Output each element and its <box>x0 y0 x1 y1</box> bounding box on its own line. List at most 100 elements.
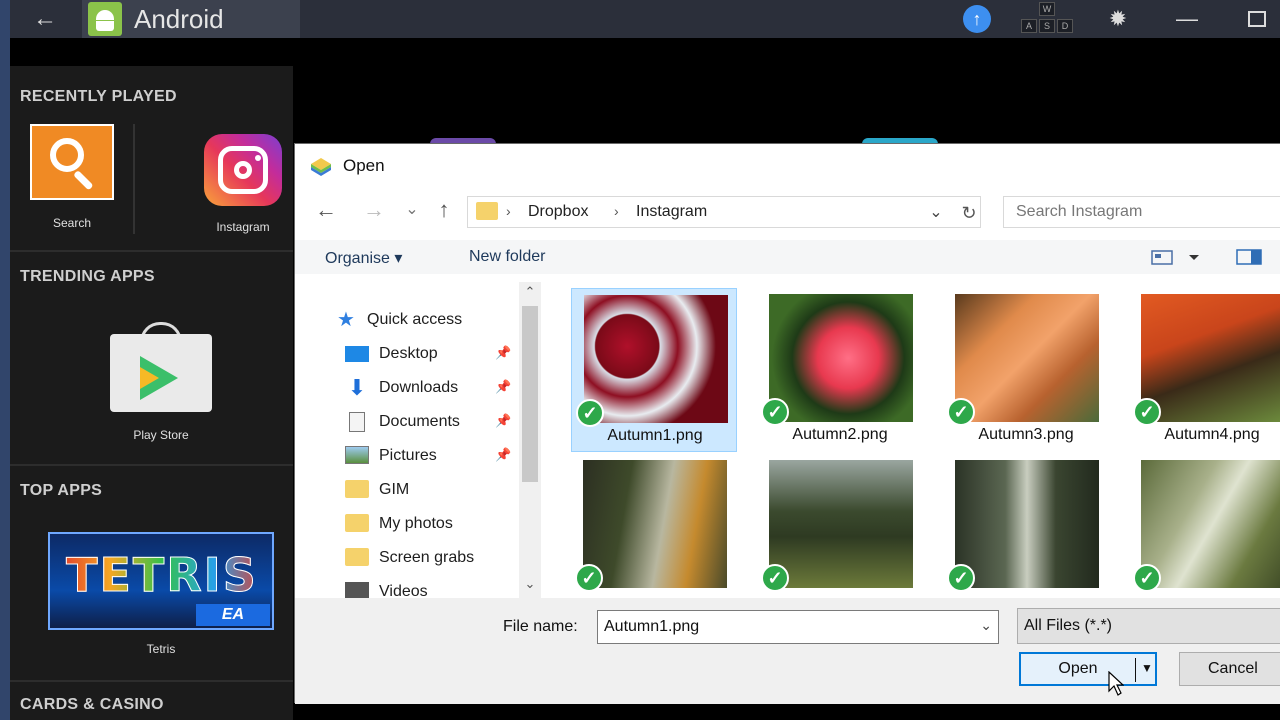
file-tile[interactable]: ✓ <box>943 454 1109 598</box>
recently-played-heading: RECENTLY PLAYED <box>20 88 177 105</box>
breadcrumb-instagram[interactable]: Instagram <box>636 203 707 221</box>
thumbnail <box>583 460 727 588</box>
folder-icon <box>345 514 369 532</box>
navigation-pane: ★ Quick access Desktop 📌 ⬇ Downloads 📌 D… <box>295 282 543 598</box>
file-name: Autumn4.png <box>1164 426 1260 443</box>
chevron-down-icon[interactable]: ⌄ <box>980 617 992 634</box>
app-sidebar: RECENTLY PLAYED Search Instagram TRENDIN… <box>10 66 293 720</box>
tetris-app-tile[interactable]: TETRIS EA <box>48 532 274 630</box>
nav-item-videos[interactable]: Videos <box>345 580 519 598</box>
android-tab[interactable]: Android <box>82 0 300 38</box>
desktop-icon <box>345 346 369 362</box>
upload-icon[interactable]: ↑ <box>962 4 992 34</box>
open-button[interactable]: Open ▼ <box>1019 652 1157 686</box>
search-app-label: Search <box>52 216 92 230</box>
pin-icon: 📌 <box>495 413 512 428</box>
maximize-icon[interactable] <box>1242 4 1272 34</box>
trending-apps-heading: TRENDING APPS <box>20 268 155 285</box>
file-tile-autumn2[interactable]: ✓ Autumn2.png <box>757 288 923 452</box>
nav-item-my-photos[interactable]: My photos <box>345 512 519 538</box>
thumbnail <box>584 295 728 423</box>
file-name-input[interactable] <box>604 612 974 642</box>
pin-icon: 📌 <box>495 345 512 360</box>
scroll-thumb[interactable] <box>522 306 538 482</box>
new-folder-button[interactable]: New folder <box>469 248 545 266</box>
pin-icon: 📌 <box>495 447 512 462</box>
pictures-icon <box>345 446 369 464</box>
thumbnail <box>1141 294 1280 422</box>
nav-item-screen-grabs[interactable]: Screen grabs <box>345 546 519 572</box>
folder-icon <box>345 480 369 498</box>
sync-check-icon: ✓ <box>761 564 789 592</box>
file-tile[interactable]: ✓ <box>757 454 923 598</box>
sync-check-icon: ✓ <box>947 564 975 592</box>
nav-item-quick-access[interactable]: ★ Quick access <box>337 308 527 334</box>
sync-check-icon: ✓ <box>1133 564 1161 592</box>
download-icon: ⬇ <box>347 375 367 400</box>
file-tile-autumn1[interactable]: ✓ Autumn1.png <box>571 288 737 452</box>
mouse-cursor-icon <box>1108 671 1124 696</box>
back-button[interactable]: ← <box>30 4 60 34</box>
android-logo-icon <box>88 2 122 36</box>
recent-locations-button[interactable]: ⌄ <box>397 196 427 224</box>
instagram-icon <box>218 146 268 194</box>
thumbnail <box>769 460 913 588</box>
sync-check-icon: ✓ <box>575 564 603 592</box>
file-grid: ✓ Autumn1.png ✓ Autumn2.png ✓ Autumn3.pn… <box>567 288 1280 598</box>
thumbnail <box>955 460 1099 588</box>
instagram-app-tile[interactable] <box>204 134 282 206</box>
change-view-icon[interactable] <box>1151 248 1201 266</box>
window-title: Android <box>134 4 224 34</box>
search-icon <box>50 138 84 172</box>
chevron-down-icon[interactable]: ⌄ <box>924 201 948 225</box>
open-dropdown-arrow[interactable]: ▼ <box>1141 661 1153 675</box>
address-bar[interactable]: › Dropbox › Instagram ⌄ ↻ <box>467 196 981 228</box>
thumbnail <box>1141 460 1280 588</box>
instagram-app-label: Instagram <box>216 220 270 234</box>
file-tile-autumn3[interactable]: ✓ Autumn3.png <box>943 288 1109 452</box>
file-name-label: File name: <box>503 618 578 635</box>
tetris-label: Tetris <box>146 642 176 656</box>
dialog-footer: File name: ⌄ All Files (*.*) Open ▼ Canc… <box>295 598 1280 704</box>
tetris-logo: TETRIS <box>58 548 266 603</box>
nav-item-desktop[interactable]: Desktop 📌 <box>345 342 519 368</box>
nav-forward-button[interactable]: → <box>359 196 389 224</box>
document-icon <box>349 412 365 432</box>
scroll-up-icon[interactable]: ⌃ <box>519 282 541 302</box>
bluestacks-icon <box>311 158 331 176</box>
file-name: Autumn3.png <box>978 426 1074 443</box>
keyboard-keys-icon[interactable]: W A S D <box>1018 2 1076 36</box>
minimize-icon[interactable]: — <box>1172 4 1202 34</box>
preview-pane-icon[interactable] <box>1235 248 1265 266</box>
nav-item-documents[interactable]: Documents 📌 <box>345 410 519 436</box>
nav-item-gim[interactable]: GIM <box>345 478 519 504</box>
file-tile-autumn4[interactable]: ✓ Autumn4.png <box>1129 288 1280 452</box>
command-bar: Organise ▾ New folder <box>295 240 1280 274</box>
organise-menu[interactable]: Organise ▾ <box>325 248 402 268</box>
cancel-button[interactable]: Cancel <box>1179 652 1280 686</box>
nav-item-pictures[interactable]: Pictures 📌 <box>345 444 519 470</box>
dialog-title: Open <box>343 156 385 175</box>
up-folder-button[interactable]: ↑ <box>429 196 459 224</box>
file-name: Autumn2.png <box>792 426 888 443</box>
file-tile[interactable]: ✓ <box>571 454 737 598</box>
thumbnail <box>955 294 1099 422</box>
nav-item-downloads[interactable]: ⬇ Downloads 📌 <box>345 376 519 402</box>
search-input[interactable] <box>1016 198 1276 226</box>
scroll-down-icon[interactable]: ⌄ <box>519 574 541 594</box>
breadcrumb-dropbox[interactable]: Dropbox <box>528 203 588 221</box>
cards-casino-heading: CARDS & CASINO <box>20 696 164 713</box>
refresh-icon[interactable]: ↻ <box>958 201 980 225</box>
nav-back-button[interactable]: ← <box>311 196 341 224</box>
search-app-tile[interactable] <box>30 124 114 200</box>
pin-icon: 📌 <box>495 379 512 394</box>
gear-icon[interactable]: ✹ <box>1103 4 1133 34</box>
file-tile[interactable]: ✓ <box>1129 454 1280 598</box>
file-type-select[interactable]: All Files (*.*) <box>1017 608 1280 644</box>
folder-icon <box>345 548 369 566</box>
nav-scrollbar[interactable]: ⌃ ⌄ <box>519 282 541 598</box>
sync-check-icon: ✓ <box>947 398 975 426</box>
sync-check-icon: ✓ <box>761 398 789 426</box>
folder-icon <box>476 202 498 220</box>
title-bar: ← Android ↑ W A S D ✹ — <box>0 0 1280 38</box>
